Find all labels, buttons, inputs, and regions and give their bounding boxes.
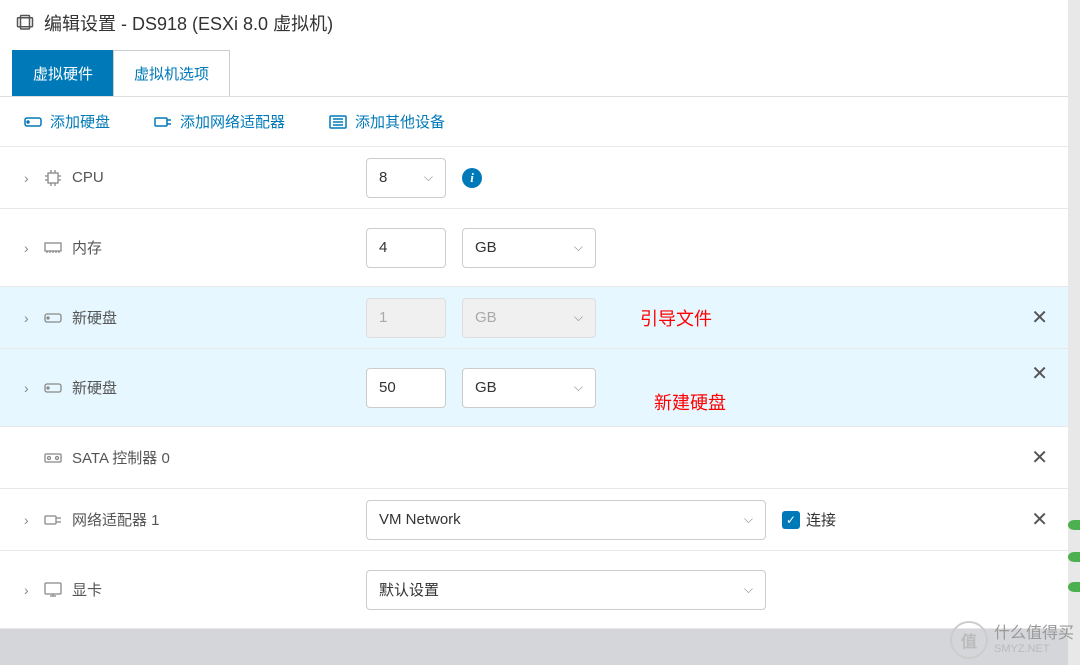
chevron-down-icon: ⌵ (574, 310, 583, 325)
disk1-size-input: 1 (366, 298, 446, 338)
status-dot-icon (1068, 582, 1080, 592)
cpu-select[interactable]: 8 ⌵ (366, 158, 446, 198)
dialog-header: 编辑设置 - DS918 (ESXi 8.0 虚拟机) (0, 0, 1068, 50)
remove-disk2-button[interactable]: ✕ (1031, 361, 1048, 386)
toolbar: 添加硬盘 添加网络适配器 添加其他设备 (0, 97, 1068, 147)
row-nic: › 网络适配器 1 VM Network ⌵ ✓ 连接 ✕ (0, 489, 1068, 551)
disk1-unit-select: GB ⌵ (462, 298, 596, 338)
display-icon (44, 581, 62, 599)
sata-label: SATA 控制器 0 (0, 447, 366, 468)
device-icon (329, 114, 347, 130)
watermark-badge: 值 (950, 621, 988, 659)
nic-network-select[interactable]: VM Network ⌵ (366, 500, 766, 540)
tab-vm-options[interactable]: 虚拟机选项 (113, 50, 230, 96)
annotation-new: 新建硬盘 (654, 389, 726, 415)
add-disk-button[interactable]: 添加硬盘 (24, 111, 110, 132)
checkbox-checked-icon: ✓ (782, 511, 800, 529)
status-dot-icon (1068, 552, 1080, 562)
disk-icon (24, 115, 42, 129)
memory-input[interactable]: 4 (366, 228, 446, 268)
add-other-button[interactable]: 添加其他设备 (329, 111, 445, 132)
disk-icon (44, 379, 62, 397)
tabs: 虚拟硬件 虚拟机选项 (0, 50, 1068, 97)
chevron-down-icon: ⌵ (744, 582, 753, 597)
nic-label[interactable]: › 网络适配器 1 (0, 509, 366, 530)
chevron-right-icon: › (24, 240, 34, 256)
side-strip (1068, 0, 1080, 665)
row-gpu: › 显卡 默认设置 ⌵ (0, 551, 1068, 629)
dialog-title: 编辑设置 - DS918 (ESXi 8.0 虚拟机) (44, 10, 333, 36)
annotation-boot: 引导文件 (640, 305, 712, 331)
chevron-right-icon: › (24, 582, 34, 598)
chevron-right-icon: › (24, 380, 34, 396)
tab-virtual-hardware[interactable]: 虚拟硬件 (12, 50, 114, 96)
add-nic-button[interactable]: 添加网络适配器 (154, 111, 285, 132)
row-disk-boot: › 新硬盘 1 GB ⌵ 引导文件 ✕ (0, 287, 1068, 349)
chevron-right-icon: › (24, 512, 34, 528)
cpu-label[interactable]: › CPU (0, 169, 366, 187)
chevron-down-icon: ⌵ (424, 170, 433, 185)
cpu-icon (44, 169, 62, 187)
chevron-down-icon: ⌵ (574, 380, 583, 395)
row-disk-new: › 新硬盘 50 GB ⌵ 新建硬盘 ✕ (0, 349, 1068, 427)
vm-settings-icon (16, 14, 34, 32)
memory-label[interactable]: › 内存 (0, 237, 366, 258)
chevron-down-icon: ⌵ (744, 512, 753, 527)
status-dot-icon (1068, 520, 1080, 530)
gpu-label[interactable]: › 显卡 (0, 579, 366, 600)
nic-connect-checkbox[interactable]: ✓ 连接 (782, 509, 836, 530)
row-sata: SATA 控制器 0 ✕ (0, 427, 1068, 489)
chevron-right-icon: › (24, 310, 34, 326)
info-icon[interactable]: i (462, 168, 482, 188)
memory-icon (44, 239, 62, 257)
remove-disk1-button[interactable]: ✕ (1031, 305, 1048, 330)
nic-icon (154, 114, 172, 130)
disk2-unit-select[interactable]: GB ⌵ (462, 368, 596, 408)
disk1-label[interactable]: › 新硬盘 (0, 307, 366, 328)
disk2-size-input[interactable]: 50 (366, 368, 446, 408)
chevron-down-icon: ⌵ (574, 240, 583, 255)
row-cpu: › CPU 8 ⌵ i (0, 147, 1068, 209)
chevron-right-icon: › (24, 170, 34, 186)
memory-unit-select[interactable]: GB ⌵ (462, 228, 596, 268)
disk2-label[interactable]: › 新硬盘 (0, 377, 366, 398)
gpu-select[interactable]: 默认设置 ⌵ (366, 570, 766, 610)
row-memory: › 内存 4 GB ⌵ (0, 209, 1068, 287)
remove-sata-button[interactable]: ✕ (1031, 445, 1048, 470)
watermark: 值 什么值得买 SMYZ.NET (950, 621, 1074, 659)
disk-icon (44, 309, 62, 327)
nic-icon (44, 511, 62, 529)
remove-nic-button[interactable]: ✕ (1031, 507, 1048, 532)
controller-icon (44, 449, 62, 467)
